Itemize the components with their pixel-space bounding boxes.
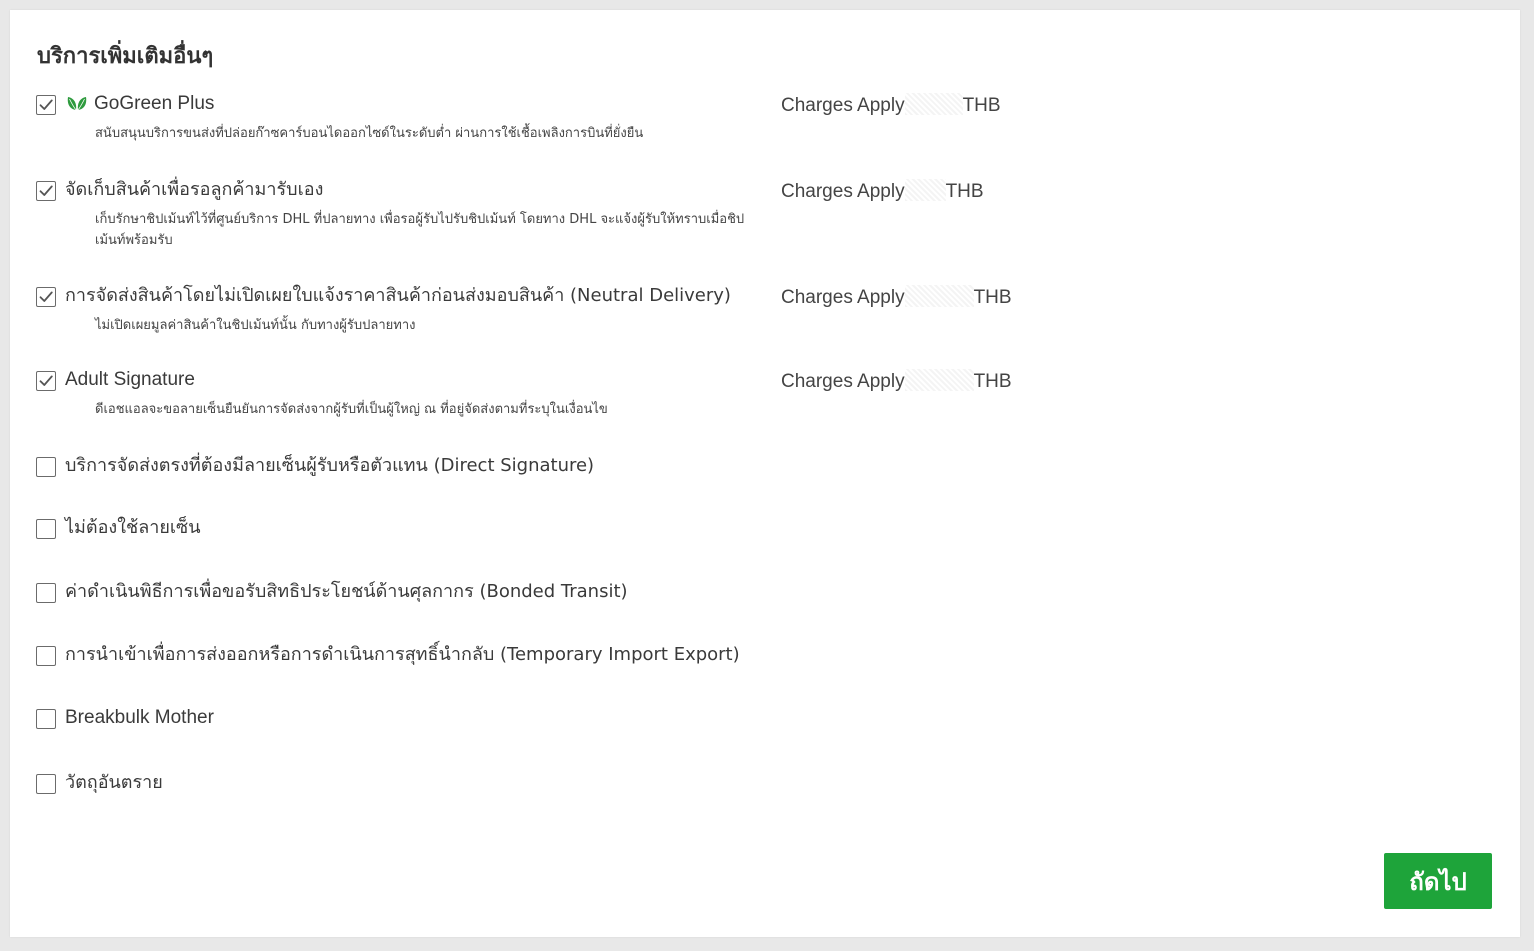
neutral-delivery-checkbox[interactable] <box>36 287 56 307</box>
direct-signature-checkbox[interactable] <box>36 457 56 477</box>
hold-for-collection-charges: Charges Apply THB <box>781 179 984 204</box>
checkmark-icon <box>39 185 53 196</box>
direct-signature-label: บริการจัดส่งตรงที่ต้องมีลายเซ็นผู้รับหรื… <box>65 455 595 476</box>
checkmark-icon <box>39 291 53 302</box>
dangerous-goods-checkbox[interactable] <box>36 774 56 794</box>
charges-currency: THB <box>962 95 1001 116</box>
no-signature-checkbox[interactable] <box>36 519 56 539</box>
neutral-delivery-label: การจัดส่งสินค้าโดยไม่เปิดเผยใบแจ้งราคาสิ… <box>65 285 731 306</box>
hold-for-collection-label: จัดเก็บสินค้าเพื่อรอลูกค้ามารับเอง <box>65 179 324 200</box>
charges-currency: THB <box>973 287 1012 308</box>
checkmark-icon <box>39 375 53 386</box>
gogreen-plus-checkbox[interactable] <box>36 95 56 115</box>
charges-amount-redacted <box>904 285 974 307</box>
charges-amount-redacted <box>904 179 946 201</box>
charges-label: Charges Apply <box>781 371 905 392</box>
checkmark-icon <box>39 99 53 110</box>
dangerous-goods-label: วัตถุอันตราย <box>65 772 163 793</box>
charges-currency: THB <box>973 371 1012 392</box>
neutral-delivery-description: ไม่เปิดเผยมูลค่าสินค้าในชิปเม้นท์นั้น กั… <box>95 318 416 333</box>
adult-signature-description: ดีเอชแอลจะขอลายเซ็นยืนยันการจัดส่งจากผู้… <box>95 402 608 417</box>
breakbulk-mother-label: Breakbulk Mother <box>65 707 214 728</box>
temporary-import-export-checkbox[interactable] <box>36 646 56 666</box>
charges-label: Charges Apply <box>781 95 905 116</box>
no-signature-label: ไม่ต้องใช้ลายเซ็น <box>65 517 201 538</box>
bonded-transit-label: ค่าดำเนินพิธีการเพื่อขอรับสิทธิประโยชน์ด… <box>65 581 628 602</box>
next-button[interactable]: ถัดไป <box>1384 853 1492 909</box>
gogreen-plus-description: สนับสนุนบริการขนส่งที่ปล่อยก๊าซคาร์บอนได… <box>95 126 644 141</box>
leaf-icon <box>67 97 87 111</box>
section-title: บริการเพิ่มเติมอื่นๆ <box>37 44 214 69</box>
adult-signature-checkbox[interactable] <box>36 371 56 391</box>
adult-signature-charges: Charges Apply THB <box>781 369 1012 394</box>
charges-label: Charges Apply <box>781 181 905 202</box>
charges-amount-redacted <box>904 369 974 391</box>
adult-signature-label: Adult Signature <box>65 369 195 390</box>
bonded-transit-checkbox[interactable] <box>36 583 56 603</box>
gogreen-plus-label-line: GoGreen Plus <box>65 92 214 116</box>
breakbulk-mother-checkbox[interactable] <box>36 709 56 729</box>
charges-label: Charges Apply <box>781 287 905 308</box>
gogreen-plus-charges: Charges Apply THB <box>781 93 1001 118</box>
charges-currency: THB <box>945 181 984 202</box>
additional-services-panel: บริการเพิ่มเติมอื่นๆ GoGreen Plus สนับสน… <box>10 10 1520 937</box>
neutral-delivery-charges: Charges Apply THB <box>781 285 1012 310</box>
hold-for-collection-description: เก็บรักษาชิปเม้นท์ไว้ที่ศูนย์บริการ DHL … <box>95 212 745 248</box>
gogreen-plus-label: GoGreen Plus <box>94 93 215 114</box>
temporary-import-export-label: การนำเข้าเพื่อการส่งออกหรือการดำเนินการส… <box>65 644 740 665</box>
charges-amount-redacted <box>904 93 963 115</box>
hold-for-collection-checkbox[interactable] <box>36 181 56 201</box>
